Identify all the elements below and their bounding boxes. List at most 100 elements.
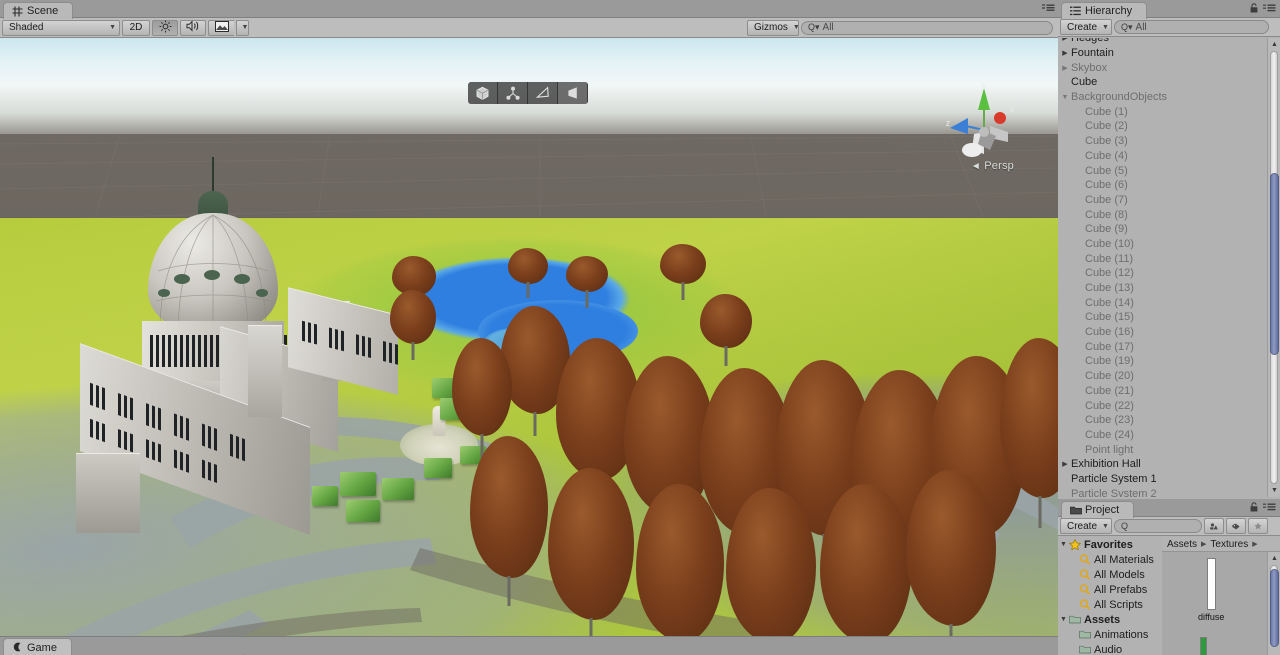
hierarchy-create-dropdown[interactable]: Create ▼ — [1060, 19, 1112, 35]
hierarchy-scrollbar[interactable]: ▲ ▼ — [1267, 38, 1280, 497]
hierarchy-item-cube-1[interactable]: Cube (1) — [1059, 104, 1267, 119]
nodes-icon-button[interactable] — [498, 82, 528, 104]
hierarchy-item-cube-14[interactable]: Cube (14) — [1059, 295, 1267, 310]
hierarchy-item-skybox[interactable]: ▶ Skybox — [1059, 60, 1267, 75]
cube-icon-button[interactable] — [468, 82, 498, 104]
hierarchy-item-backgroundobjects[interactable]: ▼ BackgroundObjects — [1059, 90, 1267, 105]
hierarchy-item-cube-15[interactable]: Cube (15) — [1059, 310, 1267, 325]
hierarchy-search-input[interactable]: Q▾ All — [1114, 20, 1269, 34]
breadcrumb[interactable]: Assets ▶ Textures ▶ — [1162, 537, 1280, 552]
project-tree-item-all-models[interactable]: All Models — [1058, 567, 1162, 582]
hierarchy-item-cube-6[interactable]: Cube (6) — [1059, 178, 1267, 193]
project-tree-item-label: Audio — [1094, 643, 1123, 655]
hierarchy-item-cube-2[interactable]: Cube (2) — [1059, 119, 1267, 134]
tab-scene[interactable]: Scene — [3, 2, 74, 19]
hierarchy-item-cube-22[interactable]: Cube (22) — [1059, 398, 1267, 413]
tab-game[interactable]: Game — [3, 638, 72, 655]
game-tabbar: Game — [0, 636, 1058, 655]
hamburger-menu-icon[interactable] — [1263, 503, 1276, 515]
hierarchy-item-hedges[interactable]: ▶ Hedges — [1059, 38, 1267, 46]
hierarchy-item-cube-17[interactable]: Cube (17) — [1059, 339, 1267, 354]
chevron-right-icon[interactable]: ▶ — [1059, 38, 1071, 42]
hierarchy-item-cube-8[interactable]: Cube (8) — [1059, 207, 1267, 222]
chevron-right-icon[interactable]: ▶ — [1059, 460, 1071, 468]
hierarchy-item-cube-11[interactable]: Cube (11) — [1059, 251, 1267, 266]
chevron-down-icon[interactable]: ▼ — [1058, 616, 1069, 623]
asset-item-diffuse[interactable]: diffuse — [1198, 558, 1224, 622]
project-create-label: Create — [1067, 520, 1098, 532]
hierarchy-item-particle-system-1[interactable]: Particle System 1 — [1059, 472, 1267, 487]
search-icon: Q▾ — [1121, 21, 1133, 32]
tab-hierarchy[interactable]: Hierarchy — [1061, 2, 1148, 19]
project-create-dropdown[interactable]: Create ▼ — [1060, 518, 1112, 534]
lock-icon[interactable] — [1250, 502, 1258, 515]
frustum-icon-button[interactable] — [558, 82, 588, 104]
effects-dropdown-button[interactable]: ▼ — [236, 19, 249, 36]
breadcrumb-item-assets[interactable]: Assets — [1167, 539, 1197, 550]
project-tree-item-all-prefabs[interactable]: All Prefabs — [1058, 582, 1162, 597]
project-asset-browser[interactable]: Assets ▶ Textures ▶ diffuse ▲ — [1162, 537, 1280, 655]
scene-menu-icon[interactable] — [1042, 4, 1055, 16]
hamburger-menu-icon[interactable] — [1263, 4, 1276, 16]
hierarchy-item-cube-4[interactable]: Cube (4) — [1059, 149, 1267, 164]
hierarchy-item-label: Cube (7) — [1085, 193, 1128, 206]
scene-viewport[interactable]: y z x ◄ Persp — [0, 38, 1058, 636]
tab-project[interactable]: Project — [1061, 501, 1135, 518]
hierarchy-item-cube[interactable]: Cube — [1059, 75, 1267, 90]
audio-toggle-button[interactable] — [180, 19, 206, 36]
gizmos-dropdown[interactable]: Gizmos ▼ — [747, 19, 800, 36]
scene-overlay-toolbar[interactable] — [468, 82, 588, 104]
hierarchy-item-cube-21[interactable]: Cube (21) — [1059, 384, 1267, 399]
project-scroll-thumb[interactable] — [1270, 569, 1279, 647]
project-tree-item-all-materials[interactable]: All Materials — [1058, 552, 1162, 567]
hierarchy-item-cube-20[interactable]: Cube (20) — [1059, 369, 1267, 384]
chevron-right-icon[interactable]: ▶ — [1059, 64, 1071, 72]
chevron-right-icon[interactable]: ▶ — [1059, 49, 1071, 57]
hierarchy-scroll-thumb[interactable] — [1270, 173, 1279, 355]
favorite-star-button[interactable] — [1248, 518, 1268, 534]
project-tree-item-all-scripts[interactable]: All Scripts — [1058, 597, 1162, 612]
scroll-up-arrow[interactable]: ▲ — [1268, 38, 1280, 51]
project-tree-item-audio[interactable]: Audio — [1058, 642, 1162, 655]
asset-item-green[interactable] — [1200, 637, 1207, 655]
scroll-down-arrow[interactable]: ▼ — [1268, 484, 1280, 497]
effects-toggle-button[interactable] — [208, 19, 234, 36]
scene-search-input[interactable]: Q▾ All — [801, 20, 1053, 35]
hierarchy-item-cube-7[interactable]: Cube (7) — [1059, 193, 1267, 208]
hierarchy-item-point-light[interactable]: Point light — [1059, 442, 1267, 457]
project-scrollbar[interactable]: ▲ — [1267, 552, 1280, 655]
chevron-down-icon[interactable]: ▼ — [1059, 94, 1071, 101]
hierarchy-item-exhibition-hall[interactable]: ▶ Exhibition Hall — [1059, 457, 1267, 472]
folder-icon — [1069, 614, 1082, 625]
hierarchy-item-fountain[interactable]: ▶ Fountain — [1059, 46, 1267, 61]
hierarchy-item-cube-19[interactable]: Cube (19) — [1059, 354, 1267, 369]
project-search-input[interactable]: Q — [1114, 519, 1202, 533]
project-folder-tree[interactable]: ▼ Favorites All Materials All Models All Pre… — [1058, 537, 1162, 655]
hierarchy-item-particle-system-2[interactable]: Particle System 2 — [1059, 486, 1267, 497]
filter-by-type-button[interactable] — [1204, 518, 1224, 534]
hierarchy-item-cube-23[interactable]: Cube (23) — [1059, 413, 1267, 428]
shading-mode-dropdown[interactable]: Shaded ▼ — [2, 19, 120, 36]
filter-by-label-button[interactable] — [1226, 518, 1246, 534]
triangle-icon-button[interactable] — [528, 82, 558, 104]
hierarchy-tree[interactable]: ▶ Hedges ▶ Fountain ▶ Skybox Cube ▼ BackgroundOb… — [1059, 38, 1267, 497]
hierarchy-item-cube-12[interactable]: Cube (12) — [1059, 266, 1267, 281]
lighting-toggle-button[interactable] — [152, 19, 178, 36]
projection-mode-label[interactable]: ◄ Persp — [971, 160, 1014, 172]
hierarchy-item-cube-13[interactable]: Cube (13) — [1059, 281, 1267, 296]
project-tree-item-animations[interactable]: Animations — [1058, 627, 1162, 642]
hierarchy-item-cube-9[interactable]: Cube (9) — [1059, 222, 1267, 237]
hierarchy-item-cube-24[interactable]: Cube (24) — [1059, 428, 1267, 443]
project-tree-item-assets[interactable]: ▼ Assets — [1058, 612, 1162, 627]
chevron-down-icon[interactable]: ▼ — [1058, 541, 1069, 548]
project-tree-item-favorites[interactable]: ▼ Favorites — [1058, 537, 1162, 552]
toggle-2d-button[interactable]: 2D — [122, 19, 150, 36]
hierarchy-item-cube-5[interactable]: Cube (5) — [1059, 163, 1267, 178]
breadcrumb-item-textures[interactable]: Textures — [1210, 539, 1248, 550]
scroll-up-arrow[interactable]: ▲ — [1268, 552, 1280, 565]
hierarchy-item-cube-16[interactable]: Cube (16) — [1059, 325, 1267, 340]
hierarchy-item-cube-10[interactable]: Cube (10) — [1059, 237, 1267, 252]
hierarchy-item-cube-3[interactable]: Cube (3) — [1059, 134, 1267, 149]
hierarchy-item-label: Cube (8) — [1085, 208, 1128, 221]
lock-icon[interactable] — [1250, 3, 1258, 16]
